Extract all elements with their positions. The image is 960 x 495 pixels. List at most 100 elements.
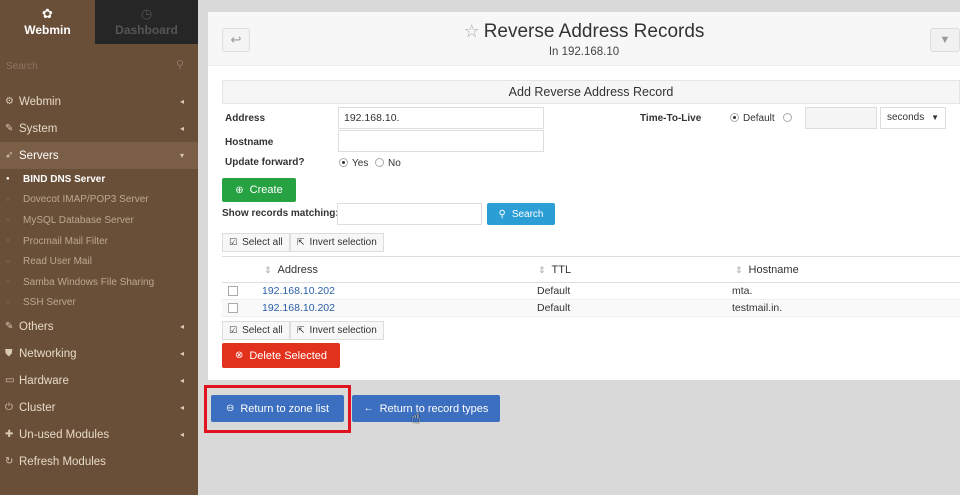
ttl-custom-option[interactable] bbox=[783, 113, 796, 124]
tab-dashboard[interactable]: ◷ Dashboard bbox=[95, 0, 198, 44]
sidebar-tabs: ✿ Webmin ◷ Dashboard bbox=[0, 0, 198, 44]
tab-webmin[interactable]: ✿ Webmin bbox=[0, 0, 95, 44]
update-forward-no-radio[interactable] bbox=[375, 158, 384, 167]
row-address-link[interactable]: 192.168.10.202 bbox=[262, 285, 335, 297]
arrow-left-icon: ← bbox=[363, 403, 374, 414]
ttl-unit-select[interactable]: seconds ▼ bbox=[880, 107, 946, 129]
bullet-icon: ○ bbox=[6, 279, 10, 286]
ttl-default-option[interactable]: Default bbox=[730, 113, 775, 124]
sidebar-subitem-readmail[interactable]: ○ Read User Mail bbox=[0, 251, 198, 272]
puzzle-icon: ✚ bbox=[5, 429, 14, 441]
sidebar-item-webmin[interactable]: ⚙ Webmin ◂ bbox=[0, 88, 198, 115]
star-icon[interactable]: ☆ bbox=[464, 21, 480, 41]
create-button[interactable]: ⊕ Create bbox=[222, 178, 296, 202]
ttl-default-radio[interactable] bbox=[730, 113, 739, 122]
sort-icon: ⇕ bbox=[264, 265, 272, 275]
sidebar-item-label: Refresh Modules bbox=[19, 455, 106, 468]
bullet-icon: ○ bbox=[6, 238, 10, 245]
shield-icon: ⛊ bbox=[5, 348, 13, 360]
ttl-custom-radio[interactable] bbox=[783, 113, 792, 122]
row-hostname: testmail.in. bbox=[732, 302, 783, 314]
column-header-ttl[interactable]: ⇕ TTL bbox=[538, 264, 571, 276]
sidebar-subitem-ssh[interactable]: ○ SSH Server bbox=[0, 293, 198, 314]
row-checkbox[interactable] bbox=[228, 303, 238, 313]
return-types-label: Return to record types bbox=[379, 402, 489, 415]
power-icon: ⏻ bbox=[5, 402, 13, 414]
ttl-input[interactable] bbox=[805, 107, 877, 129]
check-square-icon: ☑ bbox=[229, 325, 238, 335]
ttl-default-label: Default bbox=[743, 113, 775, 124]
close-circle-icon: ⊗ bbox=[234, 350, 244, 361]
address-input[interactable] bbox=[338, 107, 544, 129]
table-row: 192.168.10.202 Default testmail.in. bbox=[222, 300, 960, 317]
sidebar-item-label: Webmin bbox=[19, 95, 61, 108]
create-label: Create bbox=[249, 184, 283, 196]
dashboard-icon: ◷ bbox=[140, 6, 153, 21]
page-subtitle: In 192.168.10 bbox=[548, 46, 620, 58]
gear-icon: ⚙ bbox=[5, 96, 14, 107]
address-label: Address bbox=[225, 113, 266, 124]
tab-webmin-label: Webmin bbox=[24, 23, 71, 37]
update-forward-yes[interactable]: Yes bbox=[339, 158, 368, 169]
sidebar-item-label: System bbox=[19, 122, 58, 135]
external-link-icon: ⇱ bbox=[297, 237, 305, 247]
sort-icon: ⇕ bbox=[735, 265, 743, 275]
sidebar-subitem-label: Read User Mail bbox=[23, 256, 92, 268]
invert-selection-button-top[interactable]: ⇱ Invert selection bbox=[290, 233, 384, 252]
sidebar-item-refresh-modules[interactable]: ↻ Refresh Modules bbox=[0, 448, 198, 475]
records-table: ⇕ Address ⇕ TTL ⇕ Hostname 192.168.10.202 D… bbox=[222, 256, 960, 317]
row-address-link[interactable]: 192.168.10.202 bbox=[262, 302, 335, 314]
delete-selected-button[interactable]: ⊗ Delete Selected bbox=[222, 343, 340, 368]
hostname-input[interactable] bbox=[338, 130, 544, 152]
plus-circle-icon: ⊕ bbox=[235, 184, 244, 196]
sidebar-subitem-samba[interactable]: ○ Samba Windows File Sharing bbox=[0, 272, 198, 293]
filter-button[interactable]: ▼ bbox=[930, 28, 960, 52]
select-all-button-bottom[interactable]: ☑ Select all bbox=[222, 321, 290, 340]
column-header-hostname[interactable]: ⇕ Hostname bbox=[735, 264, 799, 276]
row-checkbox[interactable] bbox=[228, 286, 238, 296]
delete-selected-label: Delete Selected bbox=[249, 349, 328, 362]
webmin-logo-icon: ✿ bbox=[42, 6, 53, 21]
search-label: Show records matching: bbox=[222, 208, 339, 219]
column-header-address[interactable]: ⇕ Address bbox=[264, 264, 318, 276]
bullet-icon: ● bbox=[6, 176, 10, 183]
bullet-icon: ○ bbox=[6, 299, 10, 306]
external-link-icon: ⇱ bbox=[297, 325, 305, 335]
sidebar-item-others[interactable]: ✎ Others ◂ bbox=[0, 313, 198, 340]
update-forward-yes-radio[interactable] bbox=[339, 158, 348, 167]
sidebar-item-servers[interactable]: ➶ Servers ▾ bbox=[0, 142, 198, 169]
hdd-icon: ▭ bbox=[5, 375, 15, 387]
select-all-button-top[interactable]: ☑ Select all bbox=[222, 233, 290, 252]
sidebar-item-system[interactable]: ✎ System ◂ bbox=[0, 115, 198, 142]
return-to-record-types-button[interactable]: ← Return to record types bbox=[352, 395, 500, 422]
sidebar-subitem-dovecot[interactable]: ○ Dovecot IMAP/POP3 Server bbox=[0, 190, 198, 211]
update-forward-no[interactable]: No bbox=[375, 158, 401, 169]
search-button[interactable]: ⚲ Search bbox=[487, 203, 555, 225]
sidebar-subitem-mysql[interactable]: ○ MySQL Database Server bbox=[0, 210, 198, 231]
sidebar-item-cluster[interactable]: ⏻ Cluster ◂ bbox=[0, 394, 198, 421]
sidebar-subitem-bind[interactable]: ● BIND DNS Server bbox=[0, 169, 198, 190]
ttl-unit-value: seconds bbox=[887, 112, 925, 123]
bullet-icon: ○ bbox=[6, 196, 10, 203]
invert-label: Invert selection bbox=[309, 325, 377, 336]
sidebar-item-unused-modules[interactable]: ✚ Un-used Modules ◂ bbox=[0, 421, 198, 448]
table-header: ⇕ Address ⇕ TTL ⇕ Hostname bbox=[222, 256, 960, 283]
search-records-input[interactable] bbox=[337, 203, 482, 225]
no-label: No bbox=[388, 158, 401, 169]
search-icon: ⚲ bbox=[498, 208, 506, 220]
sidebar-item-hardware[interactable]: ▭ Hardware ◂ bbox=[0, 367, 198, 394]
sidebar-search-input[interactable] bbox=[6, 57, 192, 75]
column-header-label: TTL bbox=[551, 264, 572, 276]
refresh-icon: ↻ bbox=[5, 456, 14, 468]
invert-selection-button-bottom[interactable]: ⇱ Invert selection bbox=[290, 321, 384, 340]
hand-cursor-icon: ☝ bbox=[411, 410, 421, 427]
title-wrap: ☆ Reverse Address Records In 192.168.10 bbox=[208, 21, 960, 58]
column-header-label: Address bbox=[277, 264, 318, 276]
sidebar-subitem-label: BIND DNS Server bbox=[23, 173, 106, 185]
sidebar-subitem-label: Procmail Mail Filter bbox=[23, 235, 109, 247]
column-header-label: Hostname bbox=[748, 264, 799, 276]
sidebar-subitem-procmail[interactable]: ○ Procmail Mail Filter bbox=[0, 231, 198, 252]
sidebar-item-networking[interactable]: ⛊ Networking ◂ bbox=[0, 340, 198, 367]
sidebar-item-label: Servers bbox=[19, 149, 59, 162]
yes-label: Yes bbox=[352, 158, 369, 169]
